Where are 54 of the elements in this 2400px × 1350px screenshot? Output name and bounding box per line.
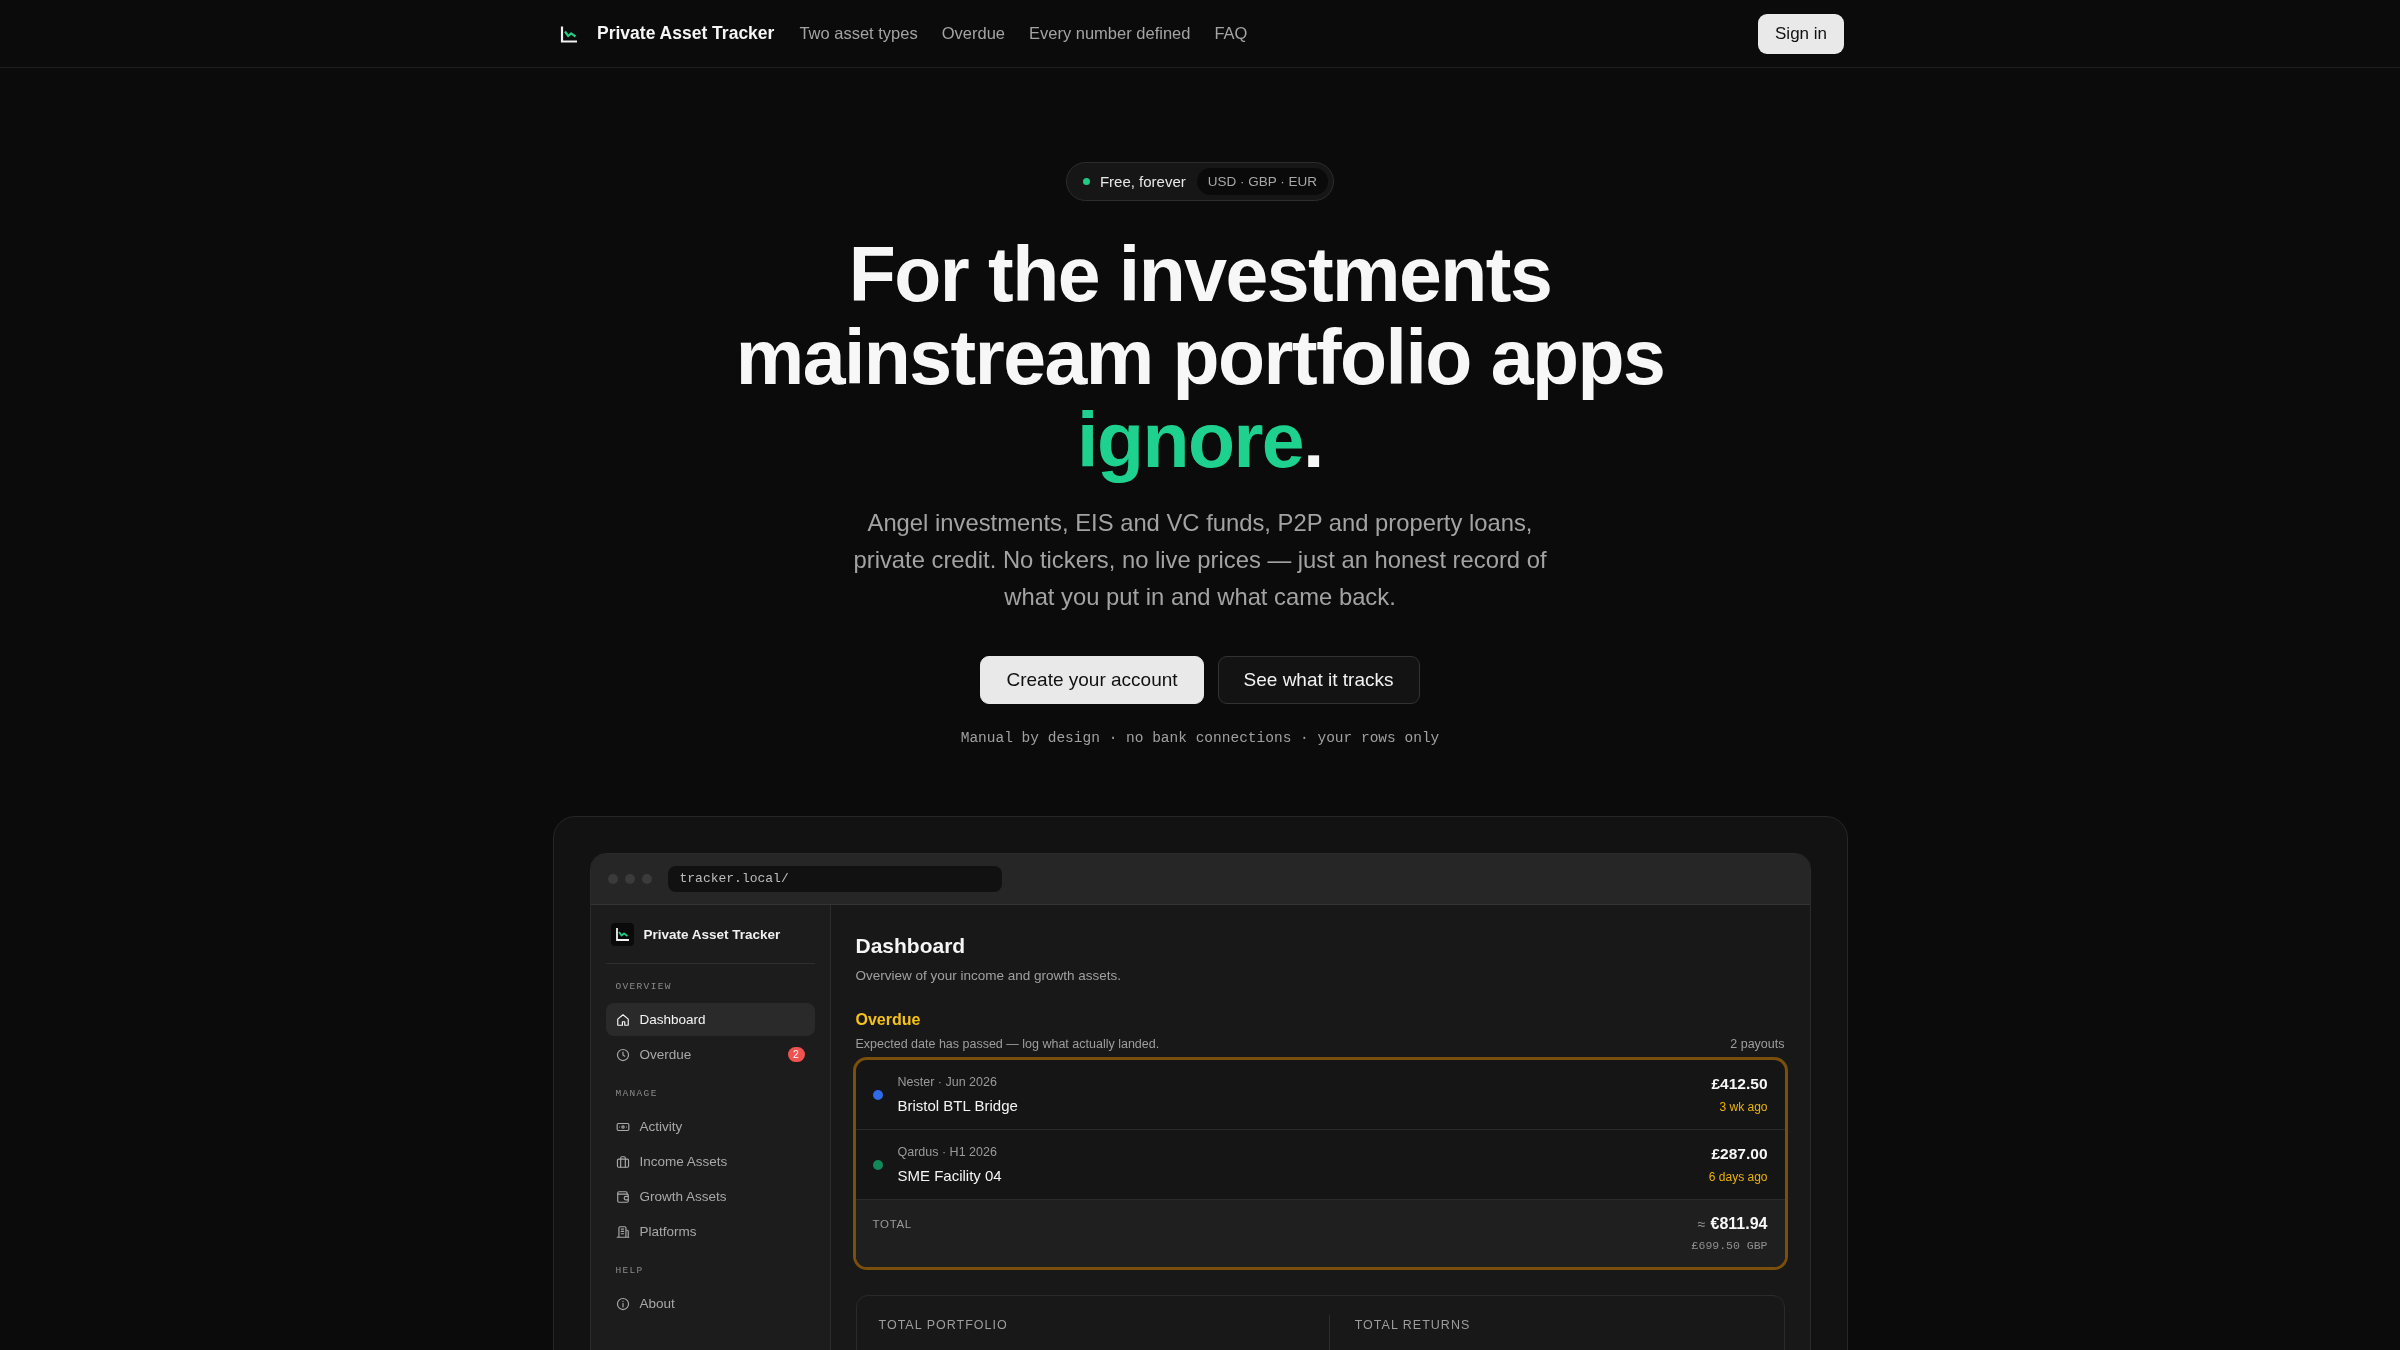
briefcase-icon <box>615 1154 630 1169</box>
sidebar-item[interactable]: Overdue 2 <box>605 1038 815 1071</box>
nav-link[interactable]: Overdue <box>941 24 1005 43</box>
total-label: TOTAL <box>872 1217 912 1232</box>
hero-headline: For the investments mainstream portfolio apps ignore. <box>734 233 1666 482</box>
payout-name[interactable]: SME Facility 04 <box>897 1165 1709 1186</box>
address-bar[interactable]: tracker.local/ <box>667 866 1002 892</box>
sidebar-item[interactable]: Activity <box>605 1110 815 1143</box>
payout-meta: Nester · Jun 2026 <box>897 1073 998 1090</box>
building-icon <box>615 1224 630 1239</box>
wallet-icon <box>615 1189 630 1204</box>
payout-count: 2 payouts <box>1730 1036 1785 1052</box>
sidebar-section-heading: HELP <box>614 1264 645 1278</box>
create-account-button[interactable]: Create your account <box>980 656 1204 704</box>
sidebar-item[interactable]: Income Assets <box>605 1145 815 1178</box>
overdue-heading: Overdue <box>855 1010 922 1030</box>
overdue-description: Expected date has passed — log what actually landed. <box>855 1036 1160 1052</box>
house-icon <box>615 1012 630 1027</box>
hero-description: Angel investments, EIS and VC funds, P2P and property loans, private credit. No tickers, no live prices — just an honest record of what you put in and what came back. <box>852 508 1548 612</box>
status-dot-icon <box>1082 178 1090 185</box>
page-subtitle: Overview of your income and growth assets. <box>855 967 1123 985</box>
sidebar-item[interactable]: Growth Assets <box>605 1180 815 1213</box>
sidebar-item[interactable]: Dashboard <box>605 1003 815 1036</box>
payout-age: 3 wk ago <box>1719 1098 1768 1115</box>
total-value: €811.94 <box>1710 1215 1768 1233</box>
hero-note: Manual by design · no bank connections · your rows only <box>960 729 1440 748</box>
sidebar-brand-name: Private Asset Tracker <box>643 927 781 942</box>
stat-label: TOTAL PORTFOLIO <box>878 1318 1008 1332</box>
sidebar-item[interactable]: Platforms <box>605 1215 815 1248</box>
nav-link[interactable]: Two asset types <box>799 24 918 43</box>
nav-link[interactable]: Every number defined <box>1029 24 1191 43</box>
sign-in-button[interactable]: Sign in <box>1758 13 1844 54</box>
payout-meta: Qardus · H1 2026 <box>897 1143 998 1160</box>
payout-amount: £287.00 <box>1711 1144 1768 1163</box>
payout-age: 6 days ago <box>1708 1168 1768 1185</box>
free-label: Free, forever <box>1099 173 1186 190</box>
sidebar-item[interactable]: About <box>605 1287 815 1320</box>
sidebar-section-heading: OVERVIEW <box>614 980 673 994</box>
see-tracks-button[interactable]: See what it tracks <box>1217 656 1420 704</box>
page-title: Dashboard <box>855 933 967 959</box>
stat-label: TOTAL RETURNS <box>1354 1318 1471 1332</box>
nav-link[interactable]: FAQ <box>1214 24 1248 43</box>
overdue-count-badge: 2 <box>787 1047 805 1062</box>
clock-icon <box>615 1047 630 1062</box>
brand-name[interactable]: Private Asset Tracker <box>597 23 775 44</box>
approx-sign: ≈ <box>1697 1215 1706 1233</box>
chart-logo-icon <box>560 24 578 43</box>
total-converted: £699.50 GBP <box>1691 1239 1768 1253</box>
info-icon <box>615 1296 630 1311</box>
chart-logo-icon <box>610 923 634 946</box>
payout-name[interactable]: Bristol BTL Bridge <box>897 1095 1712 1116</box>
currency-tag: USD · GBP · EUR <box>1196 168 1329 195</box>
sidebar-section-heading: MANAGE <box>614 1087 659 1101</box>
payout-amount: £412.50 <box>1711 1074 1768 1093</box>
